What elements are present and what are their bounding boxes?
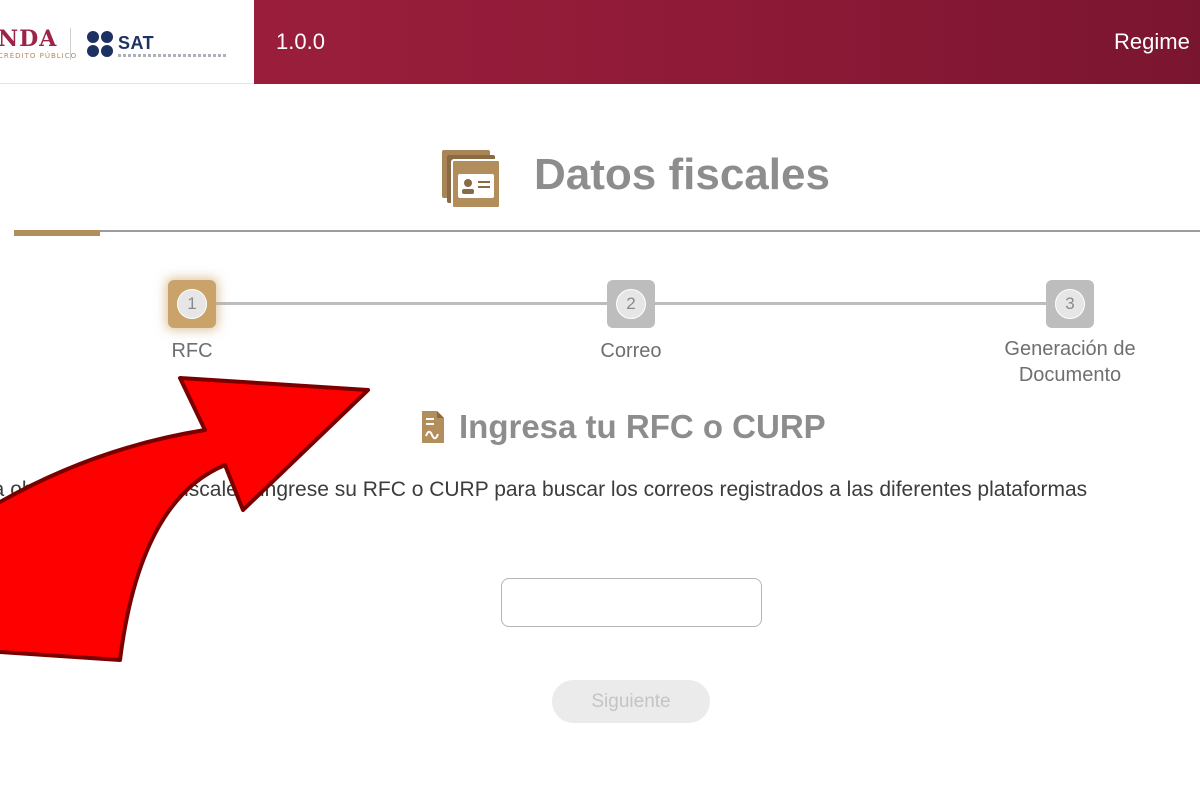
step-3[interactable]: 3 — [1046, 280, 1094, 328]
hacienda-logo-subtext: CRÉDITO PÚBLICO — [0, 52, 78, 60]
step-1-number: 1 — [177, 289, 207, 319]
sat-logo-text: SAT — [118, 33, 155, 53]
logo-divider — [70, 28, 71, 60]
page-title: Datos fiscales — [534, 150, 830, 199]
logo-area[interactable]: NDA CRÉDITO PÚBLICO SAT — [0, 0, 254, 84]
step-connector-2 — [654, 302, 1050, 305]
next-button[interactable]: Siguiente — [552, 680, 710, 723]
step-2-label: Correo — [600, 340, 662, 362]
step-connector-1 — [214, 302, 610, 305]
section-title: Ingresa tu RFC o CURP — [459, 408, 826, 445]
title-divider — [14, 230, 1200, 232]
sat-logo-subtext — [118, 54, 228, 57]
sat-dots-icon — [87, 31, 113, 57]
step-2-number: 2 — [616, 289, 646, 319]
hacienda-logo-text: NDA — [0, 26, 58, 52]
document-icon — [422, 411, 444, 443]
step-2[interactable]: 2 — [607, 280, 655, 328]
id-card-icon — [442, 150, 501, 209]
step-3-number: 3 — [1055, 289, 1085, 319]
top-bar: NDA CRÉDITO PÚBLICO SAT 1.0.0 Regime — [0, 0, 1200, 84]
nav-link-regimen[interactable]: Regime — [1114, 29, 1190, 55]
step-3-label: Generación de Documento — [1004, 338, 1136, 386]
step-1[interactable]: 1 — [168, 280, 216, 328]
title-divider-accent — [14, 230, 100, 236]
red-curved-arrow-icon — [0, 376, 370, 662]
app-version: 1.0.0 — [276, 29, 325, 54]
rfc-curp-input[interactable] — [501, 578, 762, 627]
